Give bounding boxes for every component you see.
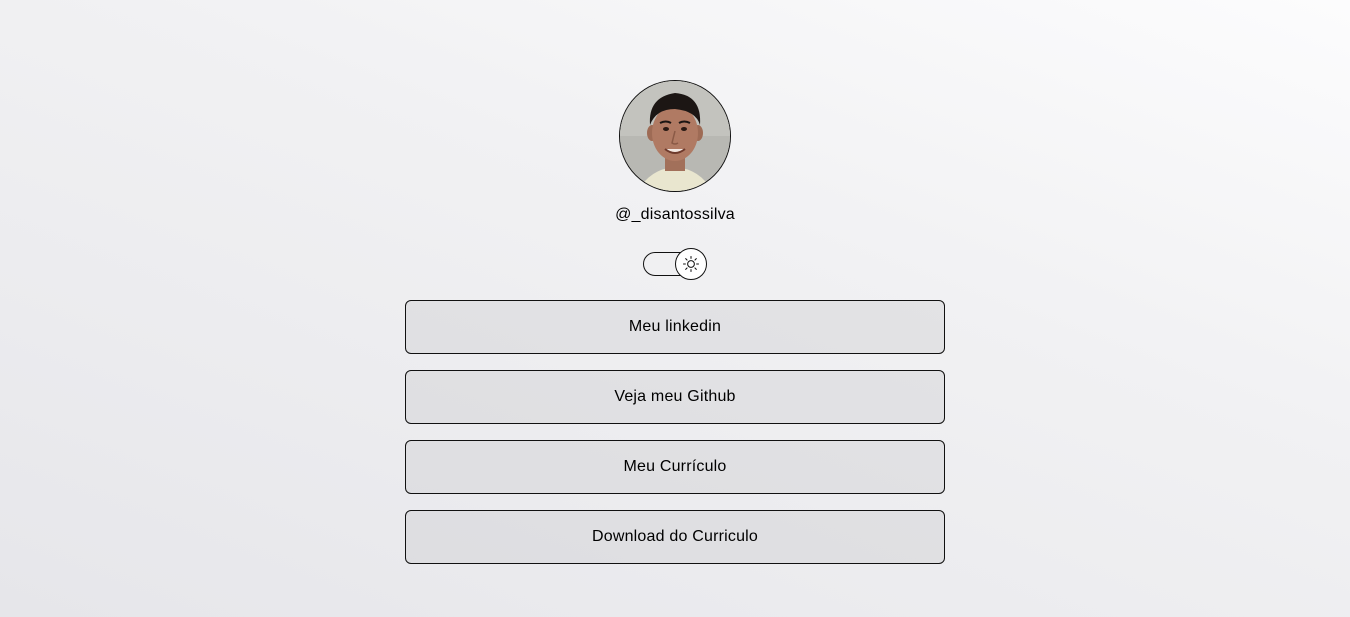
sun-icon <box>682 255 700 273</box>
avatar <box>619 80 731 192</box>
link-list: Meu linkedin Veja meu Github Meu Currícu… <box>405 300 945 580</box>
github-button[interactable]: Veja meu Github <box>405 370 945 424</box>
theme-toggle-knob[interactable] <box>675 248 707 280</box>
username: @_disantossilva <box>615 206 735 223</box>
download-curriculo-button[interactable]: Download do Curriculo <box>405 510 945 564</box>
curriculo-button[interactable]: Meu Currículo <box>405 440 945 494</box>
profile-photo-icon <box>620 81 730 191</box>
page-container: @_disantossilva Meu linkedin Veja meu Gi… <box>0 0 1350 617</box>
linkedin-button[interactable]: Meu linkedin <box>405 300 945 354</box>
